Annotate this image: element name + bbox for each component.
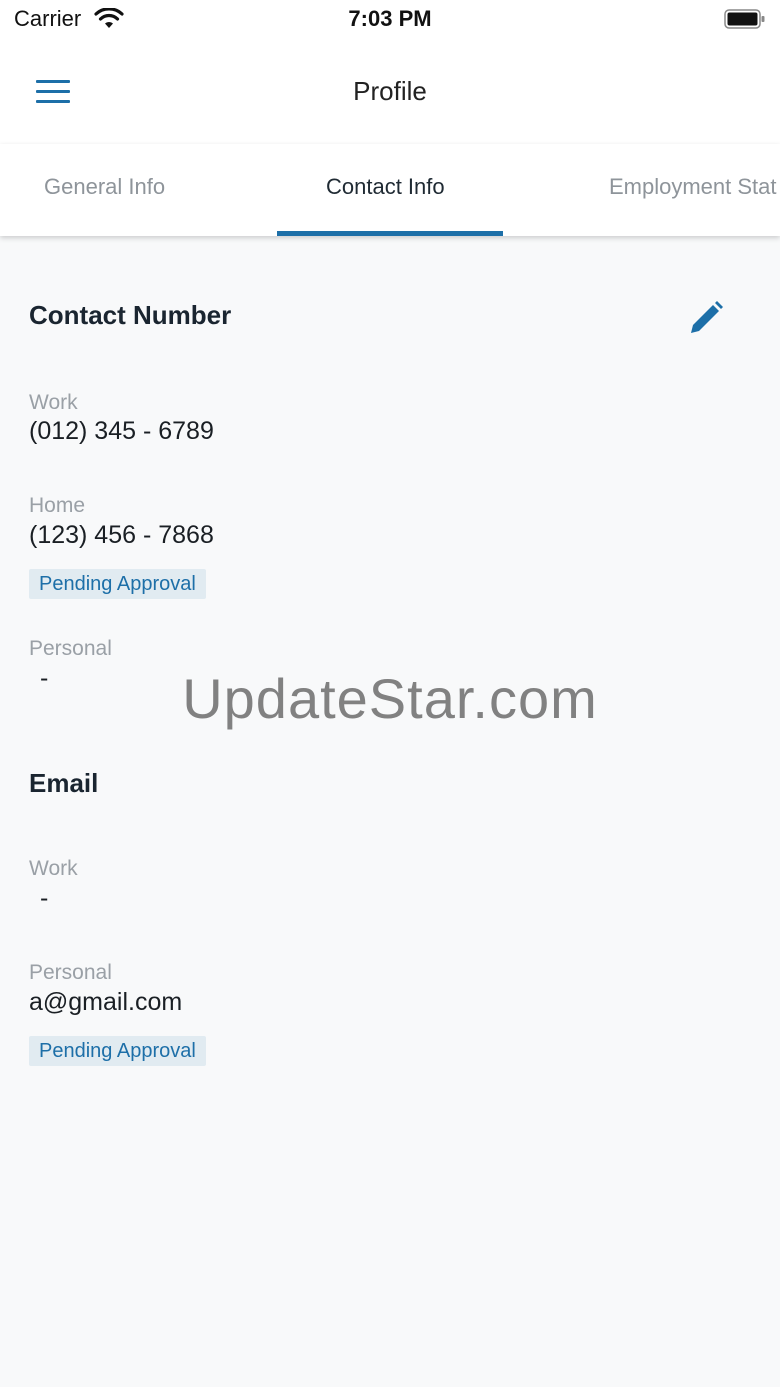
battery-icon [724,9,765,29]
contact-info-content: Contact Number Work (012) 345 - 6789 Hom… [0,236,780,1387]
work-email-label: Work [29,857,78,880]
home-phone-label: Home [29,494,86,517]
tab-contact-info[interactable]: Contact Info [326,144,445,236]
work-phone-label: Work [29,391,78,414]
work-phone-value: (012) 345 - 6789 [29,417,214,445]
contact-number-heading: Contact Number [29,300,232,330]
home-phone-value: (123) 456 - 7868 [29,521,214,549]
tab-general-info[interactable]: General Info [44,144,165,236]
watermark: UpdateStar.com [182,667,598,730]
status-badge: Pending Approval [29,1036,206,1066]
pencil-icon[interactable] [686,298,726,338]
personal-email-value: a@gmail.com [29,988,183,1016]
status-badge: Pending Approval [29,569,206,599]
email-heading: Email [29,768,99,798]
navigation-bar: Profile [0,40,780,144]
tab-employment-status[interactable]: Employment Stat [609,144,777,236]
status-bar: Carrier 7:03 PM [0,0,780,40]
work-email-value: - [40,884,49,912]
page-title: Profile [353,76,427,106]
personal-phone-label: Personal [29,637,112,660]
tab-bar: General Info Contact Info Employment Sta… [0,144,780,236]
personal-email-label: Personal [29,961,112,984]
status-time: 7:03 PM [348,6,432,31]
